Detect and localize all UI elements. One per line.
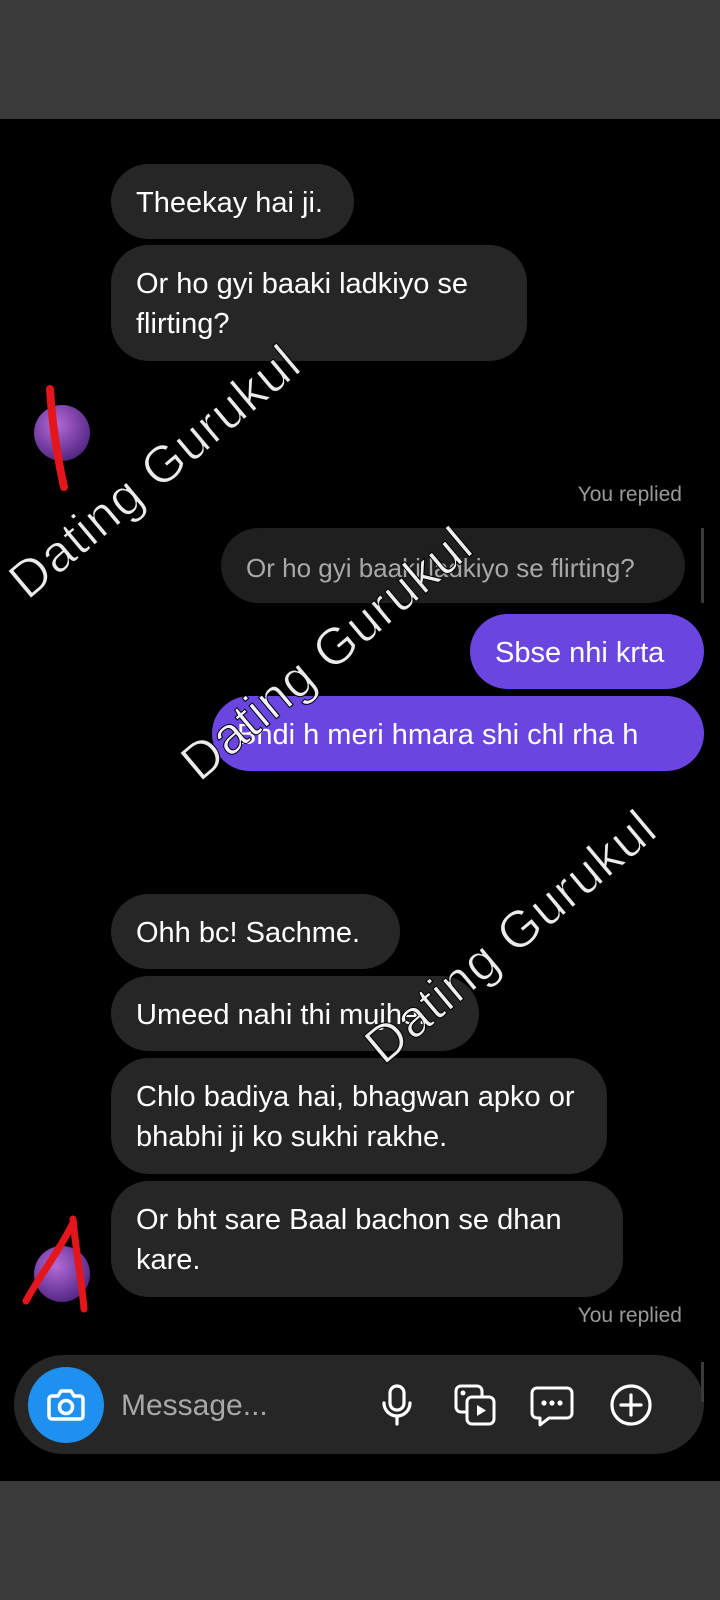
message-composer[interactable] [14,1355,704,1454]
incoming-message[interactable]: Theekay hai ji. [111,164,354,239]
message-text: Ohh bc! Sachme. [136,917,361,949]
bottom-system-bar [0,1481,720,1600]
message-text: Or ho gyi baaki ladkiyo se flirting? [136,268,469,340]
gallery-icon[interactable] [452,1382,498,1428]
camera-button[interactable] [28,1367,104,1443]
plus-icon[interactable] [608,1382,654,1428]
incoming-message[interactable]: Or ho gyi baaki ladkiyo se flirting? [111,245,527,361]
message-text: Theekay hai ji. [136,187,323,219]
message-text: Or bht sare Baal bachon se dhan kare. [136,1204,562,1276]
top-system-bar [0,0,720,119]
composer-scroll-edge [701,1362,704,1402]
incoming-message[interactable]: Or bht sare Baal bachon se dhan kare. [111,1181,623,1297]
incoming-message[interactable]: Ohh bc! Sachme. [111,894,400,969]
reply-indicator: You replied [577,483,682,506]
partial-emoji-top: 😁😁 [548,119,673,147]
reply-indicator: You replied [577,1304,682,1327]
camera-icon [47,1389,85,1421]
sticker-icon[interactable] [529,1382,575,1428]
message-text: Chlo badiya hai, bhagwan apko or bhabhi … [136,1081,575,1153]
red-scribble-mark [22,1215,88,1313]
red-scribble-mark [46,385,68,491]
outgoing-message[interactable]: Sbse nhi krta [470,614,704,689]
chat-thread[interactable]: 😁😁 Theekay hai ji. Or ho gyi baaki ladki… [0,119,720,1481]
message-input[interactable] [119,1383,373,1429]
microphone-icon[interactable] [374,1382,420,1428]
message-text: Bndi h meri hmara shi chl rha h [237,719,639,751]
message-text: Sbse nhi krta [495,637,665,669]
reply-quote-bar [701,528,704,603]
incoming-message[interactable]: Chlo badiya hai, bhagwan apko or bhabhi … [111,1058,607,1174]
